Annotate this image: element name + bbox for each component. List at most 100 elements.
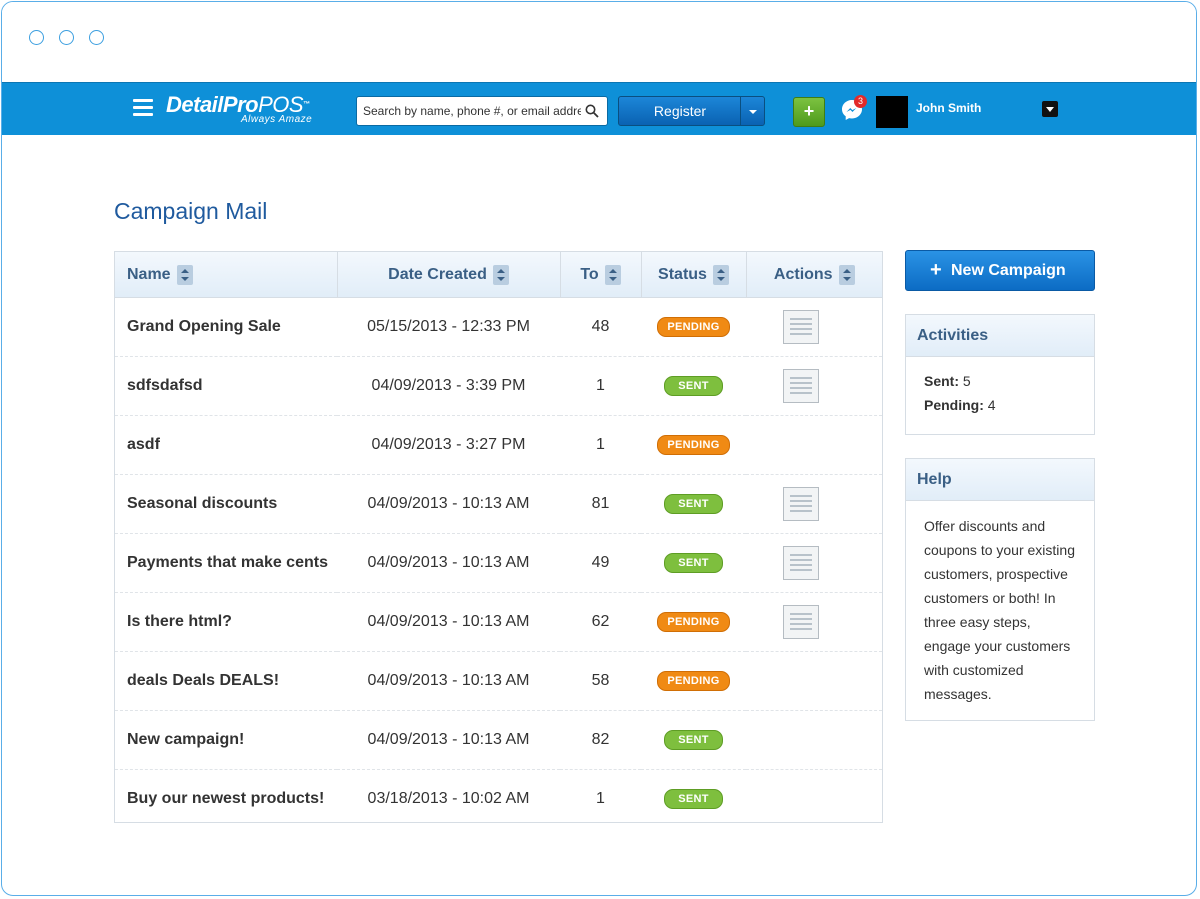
status-badge: SENT [664, 789, 723, 809]
avatar[interactable] [876, 96, 908, 128]
campaign-name[interactable]: sdfsdafsd [115, 356, 337, 416]
table-row[interactable]: asdf 04/09/2013 - 3:27 PM 1 PENDING [115, 415, 882, 475]
campaign-name[interactable]: Seasonal discounts [115, 474, 337, 534]
campaign-name[interactable]: Buy our newest products! [115, 770, 337, 829]
message-count-badge: 3 [854, 95, 867, 108]
logo-trademark: ™ [303, 101, 310, 108]
recipient-count: 1 [560, 356, 641, 416]
register-button[interactable]: Register [619, 97, 741, 125]
table-row[interactable]: Buy our newest products! 03/18/2013 - 10:… [115, 770, 882, 829]
help-title: Help [906, 459, 1094, 501]
status-cell: SENT [641, 474, 746, 534]
pending-count: Pending: 4 [924, 397, 996, 413]
activities-title: Activities [906, 315, 1094, 357]
sort-icon[interactable] [176, 264, 193, 285]
activities-panel: Activities Sent: 5 Pending: 4 [905, 314, 1095, 435]
view-document-icon[interactable] [783, 605, 819, 639]
table-row[interactable]: Is there html? 04/09/2013 - 10:13 AM 62 PEN… [115, 592, 882, 652]
table-row[interactable]: sdfsdafsd 04/09/2013 - 3:39 PM 1 SENT [115, 356, 882, 416]
date-created: 04/09/2013 - 10:13 AM [337, 474, 560, 534]
status-badge: SENT [664, 553, 723, 573]
date-created: 04/09/2013 - 10:13 AM [337, 533, 560, 593]
status-cell: SENT [641, 533, 746, 593]
user-name[interactable]: John Smith [916, 101, 981, 115]
add-button[interactable]: + [793, 97, 825, 127]
recipient-count: 1 [596, 790, 605, 807]
actions-cell [746, 651, 882, 711]
table-row[interactable]: deals Deals DEALS! 04/09/2013 - 10:13 AM 5… [115, 651, 882, 711]
actions-cell [746, 356, 882, 416]
top-navbar: DetailProPOS™ Always Amaze Register + 3 … [2, 82, 1196, 135]
campaign-name[interactable]: Is there html? [115, 592, 337, 652]
column-header-name[interactable]: Name [115, 252, 338, 298]
campaign-name[interactable]: deals Deals DEALS! [115, 651, 337, 711]
user-dropdown-icon[interactable] [1042, 101, 1058, 117]
campaign-name[interactable]: New campaign! [115, 710, 337, 770]
date-created: 04/09/2013 - 3:39 PM [337, 356, 560, 416]
recipient-count: 82 [560, 710, 641, 770]
status-cell: PENDING [641, 651, 746, 711]
view-document-icon[interactable] [783, 487, 819, 521]
sort-icon[interactable] [712, 264, 729, 285]
status-badge: PENDING [657, 435, 730, 455]
recipient-count: 48 [560, 297, 641, 357]
window-dot-close[interactable] [29, 30, 44, 45]
status-badge: PENDING [657, 317, 730, 337]
table-header-row: Name Date Created To Status Actions [115, 252, 882, 298]
status-cell: PENDING [641, 415, 746, 475]
logo[interactable]: DetailProPOS™ Always Amaze [166, 93, 312, 126]
status-badge: PENDING [657, 612, 730, 632]
register-split-button: Register [618, 96, 765, 126]
table-row[interactable]: New campaign! 04/09/2013 - 10:13 AM 82 SENT [115, 710, 882, 770]
status-cell: SENT [641, 710, 746, 770]
window-dot-maximize[interactable] [89, 30, 104, 45]
recipient-count: 49 [560, 533, 641, 593]
menu-icon[interactable] [133, 99, 153, 117]
help-panel: Help Offer discounts and coupons to your… [905, 458, 1095, 721]
column-header-date-created[interactable]: Date Created [337, 252, 561, 298]
column-header-status[interactable]: Status [641, 252, 747, 298]
status-cell: PENDING [641, 592, 746, 652]
new-campaign-button[interactable]: + New Campaign [905, 250, 1095, 291]
campaign-name[interactable]: Payments that make cents [115, 533, 337, 593]
view-document-icon[interactable] [783, 546, 819, 580]
actions-cell [746, 710, 882, 770]
table-row[interactable]: Seasonal discounts 04/09/2013 - 10:13 AM 8… [115, 474, 882, 534]
actions-cell [746, 533, 882, 593]
page-title: Campaign Mail [114, 198, 268, 224]
sort-icon[interactable] [838, 264, 855, 285]
window-titlebar [2, 2, 1196, 82]
status-badge: SENT [664, 730, 723, 750]
browser-window: DetailProPOS™ Always Amaze Register + 3 … [1, 1, 1197, 896]
status-cell: SENT [641, 356, 746, 416]
help-text: Offer discounts and coupons to your exis… [924, 518, 1075, 702]
campaign-name[interactable]: Grand Opening Sale [115, 297, 337, 357]
date-created: 04/09/2013 - 10:13 AM [337, 710, 560, 770]
table-row[interactable]: Grand Opening Sale 05/15/2013 - 12:33 PM 4… [115, 297, 882, 357]
view-document-icon[interactable] [783, 369, 819, 403]
status-cell: PENDING [641, 297, 746, 357]
view-document-icon[interactable] [783, 310, 819, 344]
column-header-to[interactable]: To [560, 252, 642, 298]
date-created: 05/15/2013 - 12:33 PM [337, 297, 560, 357]
new-campaign-label: New Campaign [951, 262, 1066, 279]
sort-icon[interactable] [492, 264, 509, 285]
date-created: 04/09/2013 - 3:27 PM [337, 415, 560, 475]
register-dropdown-icon[interactable] [740, 97, 764, 125]
window-dot-minimize[interactable] [59, 30, 74, 45]
table-row[interactable]: Payments that make cents 04/09/2013 - 10:… [115, 533, 882, 593]
plus-icon: + [930, 259, 942, 281]
column-header-actions[interactable]: Actions [746, 252, 882, 298]
sort-icon[interactable] [604, 264, 621, 285]
status-badge: SENT [664, 494, 723, 514]
status-cell: SENT [641, 770, 746, 829]
date-created: 03/18/2013 - 10:02 AM [367, 790, 530, 807]
search-box [356, 96, 608, 126]
date-created: 04/09/2013 - 10:13 AM [337, 592, 560, 652]
sent-count: Sent: 5 [924, 373, 971, 389]
logo-tagline: Always Amaze [241, 114, 313, 125]
campaign-name[interactable]: asdf [115, 415, 337, 475]
search-icon[interactable] [585, 104, 599, 118]
actions-cell [746, 770, 882, 829]
search-input[interactable] [363, 102, 581, 120]
